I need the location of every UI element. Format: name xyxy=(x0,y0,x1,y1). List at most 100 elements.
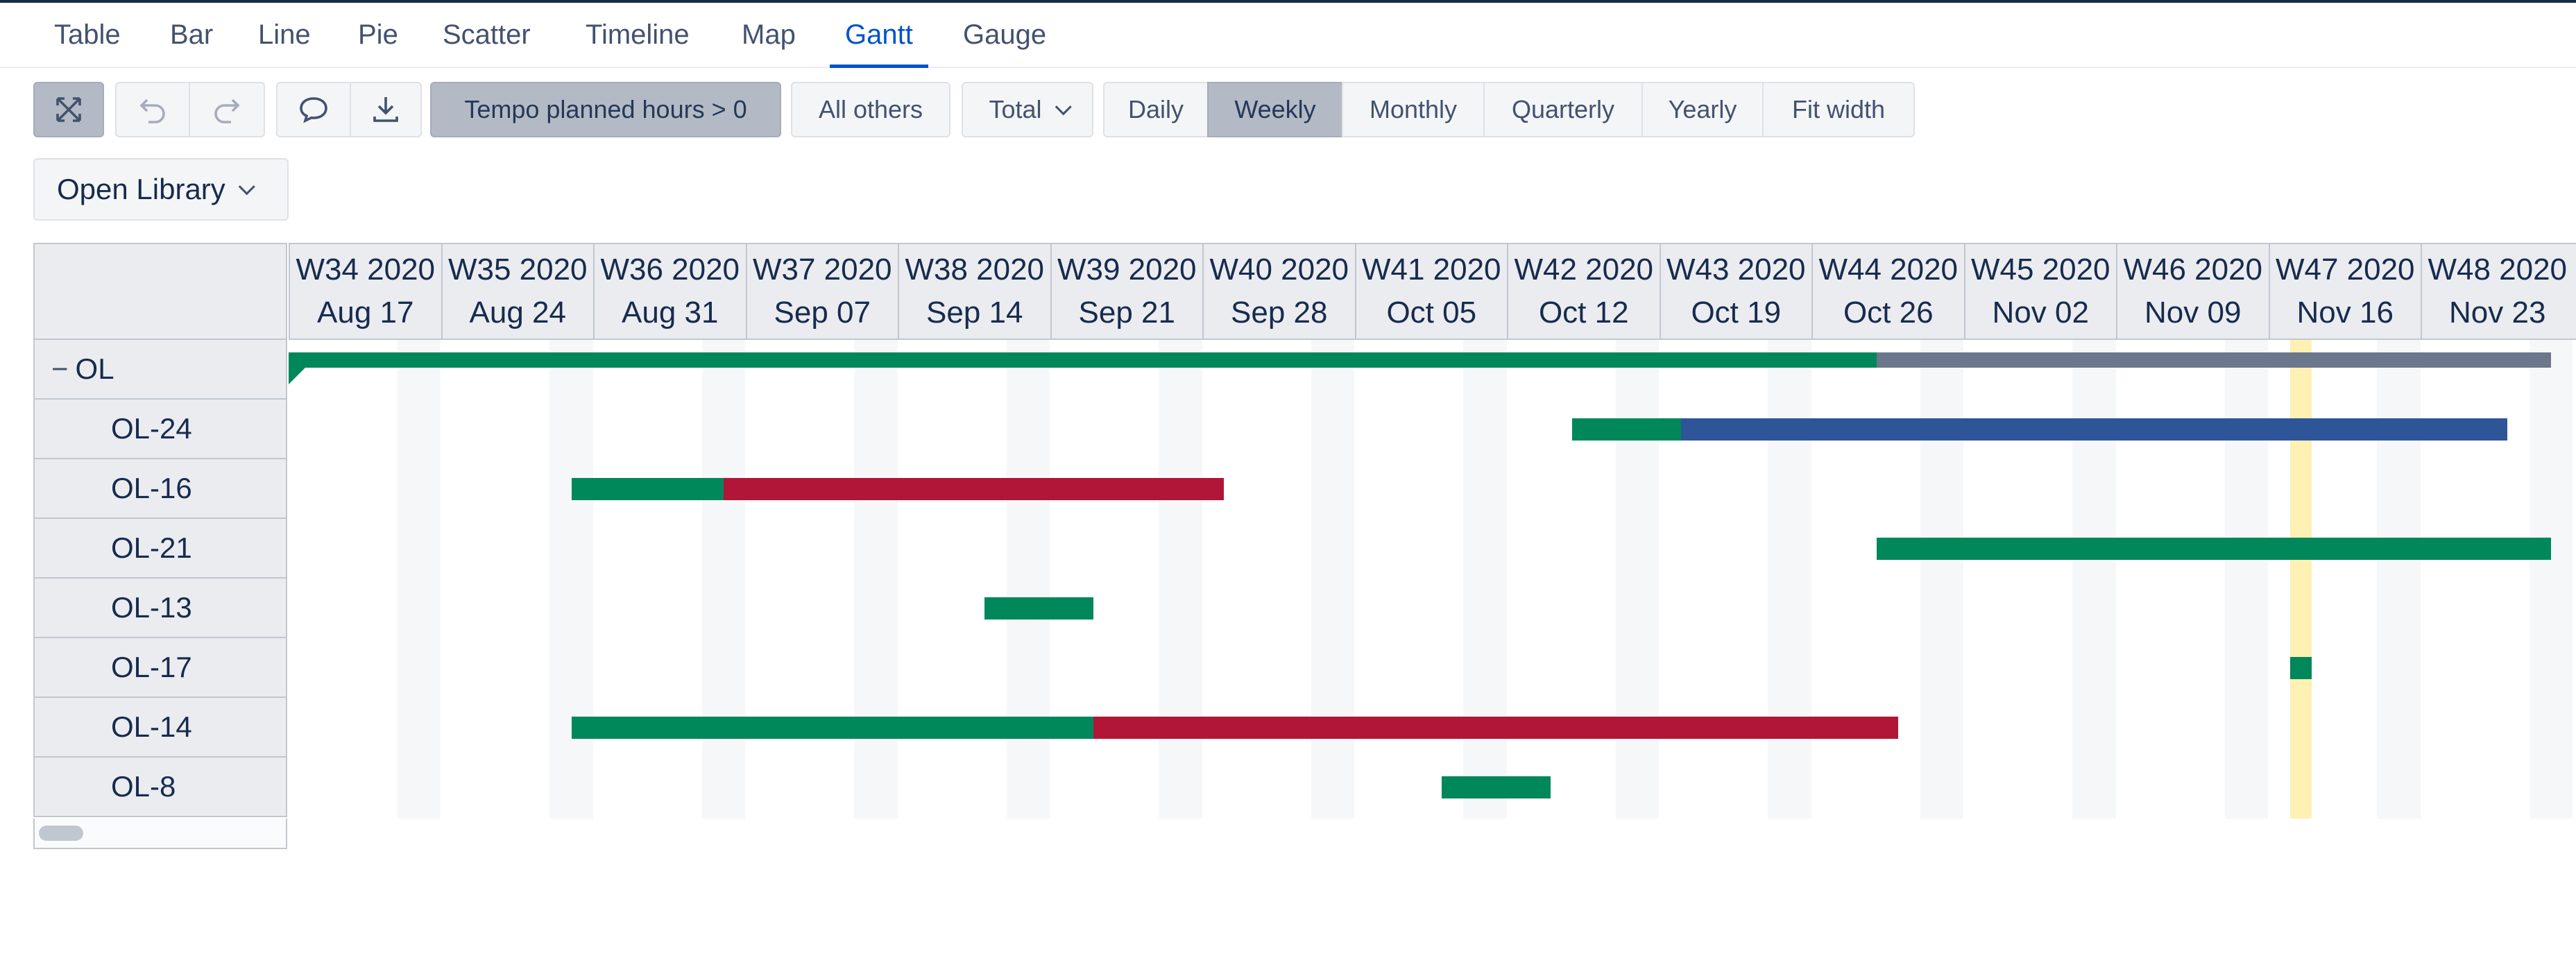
week-date-label: Nov 16 xyxy=(2296,296,2394,330)
gantt-row-label[interactable]: OL-14 xyxy=(33,698,287,758)
scale-weekly-button[interactable]: Weekly xyxy=(1207,82,1343,137)
week-column-header: W37 2020 Sep 07 xyxy=(745,244,898,339)
scale-fit-width-button[interactable]: Fit width xyxy=(1762,82,1915,137)
week-column-header: W39 2020 Sep 21 xyxy=(1050,244,1203,339)
weekend-shading xyxy=(854,340,898,819)
group-summary-bar[interactable] xyxy=(1877,352,2552,368)
week-column-header: W41 2020 Oct 05 xyxy=(1354,244,1508,339)
week-date-label: Oct 26 xyxy=(1843,296,1934,330)
scale-yearly-button[interactable]: Yearly xyxy=(1641,82,1764,137)
gantt-row-label[interactable]: OL-16 xyxy=(33,459,287,519)
tab-gantt[interactable]: Gantt xyxy=(830,3,928,68)
task-bar-segment[interactable] xyxy=(1093,717,1899,739)
weekend-shading xyxy=(549,340,593,819)
tab-timeline[interactable]: Timeline xyxy=(586,3,690,67)
tab-table[interactable]: Table xyxy=(54,3,121,67)
week-column-header: W48 2020 Nov 23 xyxy=(2421,244,2573,339)
week-column-header: W45 2020 Nov 02 xyxy=(1963,244,2117,339)
week-date-label: Sep 28 xyxy=(1231,296,1328,330)
week-number-label: W36 2020 xyxy=(600,253,740,287)
week-date-label: Oct 12 xyxy=(1538,296,1629,330)
task-bar-segment[interactable] xyxy=(1680,418,2508,441)
comment-button[interactable] xyxy=(276,82,351,137)
issue-key-label: OL-24 xyxy=(111,412,192,445)
filter-tempo-planned-hours-button[interactable]: Tempo planned hours > 0 xyxy=(430,82,781,137)
week-date-label: Aug 24 xyxy=(469,296,566,330)
horizontal-scrollbar[interactable] xyxy=(33,819,287,849)
tab-map[interactable]: Map xyxy=(742,3,796,67)
open-library-dropdown[interactable]: Open Library xyxy=(33,158,289,221)
scale-monthly-button[interactable]: Monthly xyxy=(1342,82,1485,137)
week-number-label: W45 2020 xyxy=(1970,253,2110,287)
redo-button[interactable] xyxy=(189,82,265,137)
open-library-label: Open Library xyxy=(57,173,225,205)
issue-key-label: OL-13 xyxy=(111,591,192,624)
week-date-label: Aug 31 xyxy=(622,296,719,330)
week-date-label: Nov 09 xyxy=(2144,296,2242,330)
week-number-label: W46 2020 xyxy=(2123,253,2263,287)
scale-quarterly-button[interactable]: Quarterly xyxy=(1483,82,1643,137)
week-number-label: W48 2020 xyxy=(2428,253,2568,287)
task-bar-segment[interactable] xyxy=(571,478,724,500)
week-date-label: Nov 02 xyxy=(1992,296,2089,330)
tab-line[interactable]: Line xyxy=(258,3,311,67)
tab-pie[interactable]: Pie xyxy=(358,3,398,67)
task-bar-segment[interactable] xyxy=(1572,418,1681,441)
week-column-header: W38 2020 Sep 14 xyxy=(898,244,1050,339)
gantt-header-corner xyxy=(33,243,287,340)
week-number-label: W40 2020 xyxy=(1209,253,1349,287)
issue-key-label: OL-8 xyxy=(111,770,176,803)
weekend-shading xyxy=(1615,340,1660,819)
week-number-label: W39 2020 xyxy=(1057,253,1197,287)
issue-key-label: OL-17 xyxy=(111,651,192,683)
week-number-label: W41 2020 xyxy=(1361,253,1501,287)
task-bar-segment[interactable] xyxy=(1877,538,2552,560)
task-bar-segment[interactable] xyxy=(1441,776,1551,798)
weekend-shading xyxy=(1159,340,1202,819)
gantt-row-label[interactable]: OL-8 xyxy=(33,758,287,817)
total-dropdown[interactable]: Total xyxy=(962,82,1093,137)
tab-scatter[interactable]: Scatter xyxy=(443,3,531,67)
gantt-bar-area xyxy=(289,340,2576,819)
scale-daily-button[interactable]: Daily xyxy=(1103,82,1209,137)
gantt-group-row-label[interactable]: − OL xyxy=(33,340,287,400)
group-summary-bar[interactable] xyxy=(289,352,1877,368)
weekend-shading xyxy=(1311,340,1355,819)
week-date-label: Sep 07 xyxy=(774,296,871,330)
gantt-row-label[interactable]: OL-17 xyxy=(33,638,287,698)
tab-gauge[interactable]: Gauge xyxy=(963,3,1046,67)
undo-button[interactable] xyxy=(115,82,190,137)
task-bar-segment[interactable] xyxy=(571,717,1094,739)
week-date-label: Sep 14 xyxy=(926,296,1023,330)
group-label: OL xyxy=(75,352,114,385)
task-bar-segment[interactable] xyxy=(724,478,1225,500)
week-number-label: W34 2020 xyxy=(296,253,436,287)
week-number-label: W37 2020 xyxy=(752,253,892,287)
week-date-label: Sep 21 xyxy=(1078,296,1175,330)
task-bar-segment[interactable] xyxy=(984,597,1094,620)
download-button[interactable] xyxy=(350,82,422,137)
gantt-row-label[interactable]: OL-21 xyxy=(33,519,287,579)
gantt-timeline-header: W34 2020 Aug 17 W35 2020 Aug 24 W36 2020 Aug … xyxy=(289,243,2576,340)
weekend-shading xyxy=(1006,340,1050,819)
week-number-label: W35 2020 xyxy=(447,253,588,287)
week-number-label: W47 2020 xyxy=(2275,253,2415,287)
week-column-header: W36 2020 Aug 31 xyxy=(593,244,746,339)
all-others-button[interactable]: All others xyxy=(791,82,950,137)
scrollbar-thumb[interactable] xyxy=(39,826,83,841)
weekend-shading xyxy=(701,340,746,819)
issue-key-label: OL-21 xyxy=(111,531,192,564)
week-number-label: W42 2020 xyxy=(1514,253,1654,287)
weekend-shading xyxy=(1463,340,1507,819)
weekend-shading xyxy=(1768,340,1811,819)
gantt-row-label[interactable]: OL-24 xyxy=(33,400,287,459)
weekend-shading xyxy=(2377,340,2421,819)
week-column-header: W34 2020 Aug 17 xyxy=(289,244,441,339)
chevron-down-icon xyxy=(238,178,255,195)
collapse-toggle-icon[interactable]: − xyxy=(51,352,69,386)
task-bar-segment[interactable] xyxy=(2289,657,2312,679)
weekend-shading xyxy=(2072,340,2116,819)
gantt-row-label[interactable]: OL-13 xyxy=(33,579,287,638)
tab-bar[interactable]: Bar xyxy=(170,3,213,67)
expand-button[interactable] xyxy=(33,82,104,137)
